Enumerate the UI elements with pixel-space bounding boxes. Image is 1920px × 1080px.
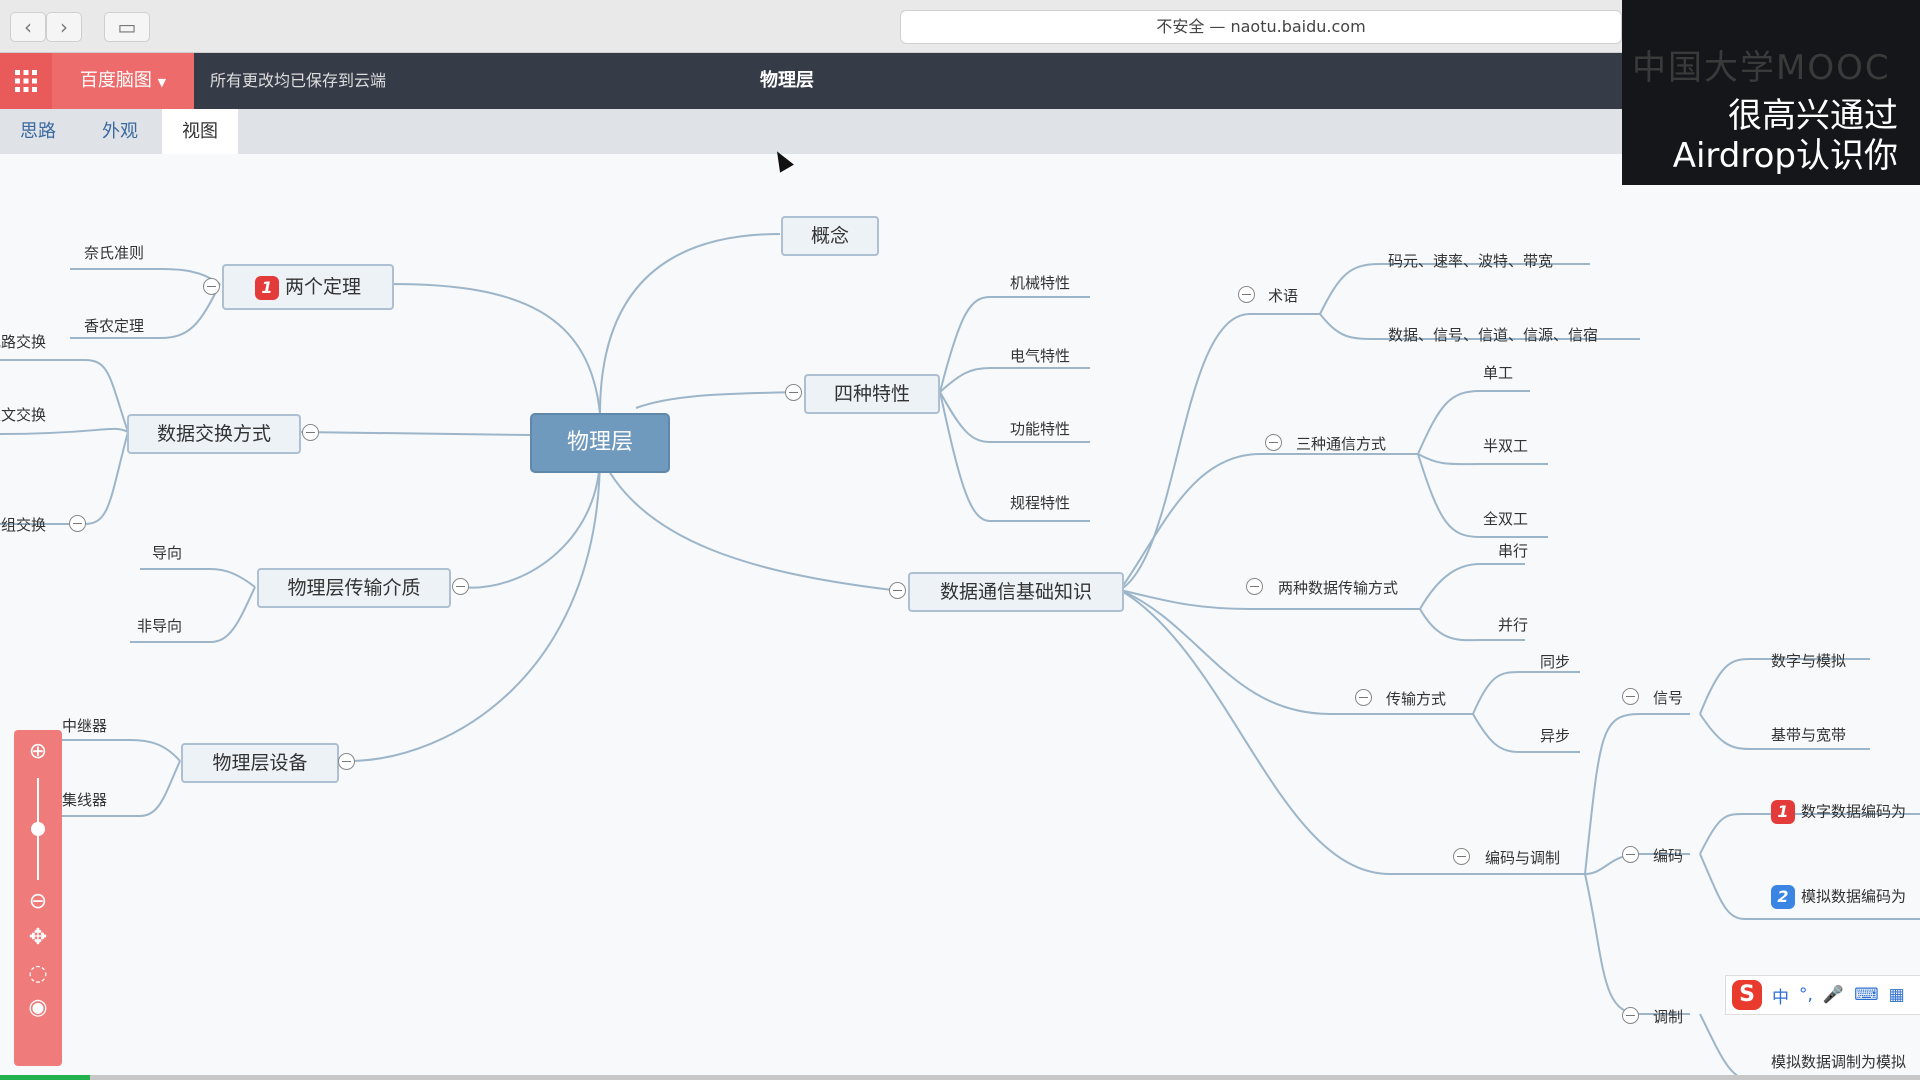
node-two-transfer[interactable]: 两种数据传输方式 (1278, 577, 1398, 598)
collapse-icon[interactable] (1265, 434, 1282, 451)
collapse-icon[interactable] (1622, 846, 1639, 863)
leaf-digital-encoding[interactable]: 1 数字数据编码为 (1771, 800, 1906, 824)
node-label: 两个定理 (284, 276, 361, 298)
node-four-features[interactable]: 四种特性 (804, 374, 940, 414)
caret-down-icon: ▼ (157, 76, 167, 89)
forward-icon[interactable]: › (46, 12, 82, 42)
node-three-modes[interactable]: 三种通信方式 (1296, 433, 1386, 454)
leaf-parallel[interactable]: 并行 (1498, 614, 1528, 635)
watermark-text: 中国大学MOOC (1632, 48, 1891, 88)
node-terms[interactable]: 术语 (1268, 285, 1298, 306)
locate-center-icon[interactable]: ◌ (26, 962, 50, 986)
brand-menu-button[interactable]: 百度脑图 ▼ (52, 53, 194, 109)
ime-toolbar: S 中 °, 🎤 ⌨ ▦ (1725, 975, 1920, 1015)
priority-2-icon: 2 (1771, 885, 1795, 909)
node-concept[interactable]: 概念 (781, 216, 879, 256)
priority-1-icon: 1 (254, 275, 279, 300)
video-overlay: 中国大学MOOC 很高兴通过 Airdrop认识你 (1622, 0, 1920, 185)
leaf-digital-analog[interactable]: 数字与模拟 (1771, 650, 1846, 671)
leaf-guided[interactable]: 导向 (152, 542, 182, 563)
collapse-icon[interactable] (452, 578, 469, 595)
leaf-packet-switching[interactable]: 分组交换 (0, 514, 46, 535)
tab-idea[interactable]: 思路 (0, 109, 76, 154)
subtitle-line-2: Airdrop认识你 (1672, 136, 1898, 176)
node-transmission[interactable]: 传输方式 (1386, 688, 1446, 709)
zoom-slider-handle[interactable] (31, 822, 45, 836)
leaf-serial[interactable]: 串行 (1498, 540, 1528, 561)
leaf-repeater[interactable]: 中继器 (62, 715, 107, 736)
leaf-analog-modulation[interactable]: 模拟数据调制为模拟 (1771, 1051, 1906, 1072)
bottom-progress-strip (0, 1075, 1920, 1080)
tab-appearance[interactable]: 外观 (82, 109, 158, 154)
leaf-message-switching[interactable]: 报文交换 (0, 404, 46, 425)
sidebar-toggle-icon[interactable]: ▭ (104, 12, 150, 42)
leaf-terms-1[interactable]: 码元、速率、波特、带宽 (1388, 250, 1553, 271)
root-node[interactable]: 物理层 (530, 413, 670, 473)
leaf-unguided[interactable]: 非导向 (137, 615, 182, 636)
brand-label: 百度脑图 (79, 70, 152, 91)
node-two-theorems[interactable]: 1 两个定理 (222, 264, 394, 310)
collapse-icon[interactable] (785, 384, 802, 401)
collapse-icon[interactable] (69, 515, 86, 532)
sogou-logo-icon[interactable]: S (1732, 980, 1762, 1010)
apps-grid-icon[interactable] (0, 53, 52, 109)
node-coding-modulation[interactable]: 编码与调制 (1485, 847, 1560, 868)
move-icon[interactable]: ✥ (26, 926, 50, 950)
collapse-icon[interactable] (1355, 689, 1372, 706)
leaf-half-duplex[interactable]: 半双工 (1483, 435, 1528, 456)
collapse-icon[interactable] (338, 753, 355, 770)
address-bar[interactable]: 不安全 — naotu.baidu.com (900, 10, 1622, 44)
node-medium[interactable]: 物理层传输介质 (257, 568, 451, 608)
leaf-procedural[interactable]: 规程特性 (1010, 492, 1070, 513)
collapse-icon[interactable] (889, 582, 906, 599)
node-modulation[interactable]: 调制 (1653, 1006, 1683, 1027)
tab-view[interactable]: 视图 (162, 109, 238, 154)
leaf-electrical[interactable]: 电气特性 (1010, 345, 1070, 366)
node-switching[interactable]: 数据交换方式 (127, 414, 301, 454)
zoom-in-icon[interactable]: ⊕ (26, 740, 50, 764)
ime-language[interactable]: 中 (1772, 983, 1789, 1008)
microphone-icon[interactable]: 🎤 (1823, 985, 1844, 1005)
collapse-icon[interactable] (1622, 688, 1639, 705)
collapse-icon[interactable] (302, 424, 319, 441)
ime-punctuation-icon[interactable]: °, (1799, 985, 1813, 1005)
leaf-nyquist[interactable]: 奈氏准则 (84, 242, 144, 263)
node-encoding[interactable]: 编码 (1653, 845, 1683, 866)
collapse-icon[interactable] (1246, 578, 1263, 595)
leaf-analog-encoding[interactable]: 2 模拟数据编码为 (1771, 885, 1906, 909)
leaf-simplex[interactable]: 单工 (1483, 362, 1513, 383)
collapse-icon[interactable] (203, 278, 220, 295)
priority-1-icon: 1 (1771, 800, 1795, 824)
node-comm-basics[interactable]: 数据通信基础知识 (908, 572, 1124, 612)
leaf-sync[interactable]: 同步 (1540, 651, 1570, 672)
leaf-functional[interactable]: 功能特性 (1010, 418, 1070, 439)
mindmap-canvas[interactable]: 物理层 概念 1两个定理 奈氏准则 香农定理 数据交换方式 电路交换 报文交换 … (0, 154, 1920, 1080)
leaf-shannon[interactable]: 香农定理 (84, 315, 144, 336)
leaf-terms-2[interactable]: 数据、信号、信道、信源、信宿 (1388, 324, 1598, 345)
collapse-icon[interactable] (1238, 286, 1255, 303)
leaf-hub[interactable]: 集线器 (62, 789, 107, 810)
zoom-out-icon[interactable]: ⊖ (26, 890, 50, 914)
keyboard-icon[interactable]: ⌨ (1854, 985, 1879, 1005)
leaf-baseband-broadband[interactable]: 基带与宽带 (1771, 724, 1846, 745)
node-signal[interactable]: 信号 (1653, 687, 1683, 708)
leaf-mechanical[interactable]: 机械特性 (1010, 272, 1070, 293)
collapse-icon[interactable] (1622, 1007, 1639, 1024)
ime-menu-icon[interactable]: ▦ (1889, 985, 1905, 1005)
collapse-icon[interactable] (1453, 848, 1470, 865)
zoom-toolbar: ⊕ ⊖ ✥ ◌ ◉ (14, 730, 62, 1066)
document-title[interactable]: 物理层 (760, 53, 850, 109)
leaf-circuit-switching[interactable]: 电路交换 (0, 331, 46, 352)
back-icon[interactable]: ‹ (10, 12, 46, 42)
leaf-async[interactable]: 异步 (1540, 725, 1570, 746)
leaf-full-duplex[interactable]: 全双工 (1483, 508, 1528, 529)
eye-icon[interactable]: ◉ (26, 996, 50, 1020)
save-status: 所有更改均已保存到云端 (210, 71, 387, 90)
node-devices[interactable]: 物理层设备 (181, 743, 339, 783)
